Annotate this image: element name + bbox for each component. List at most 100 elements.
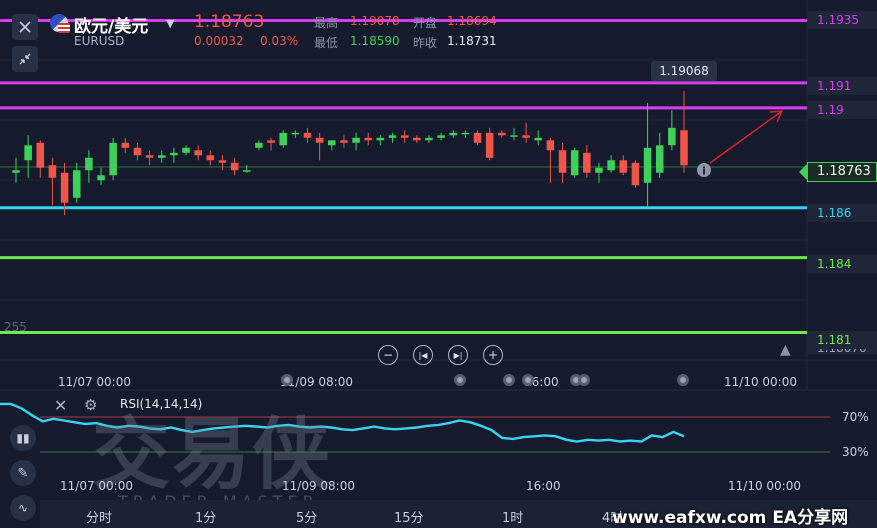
candle-body <box>510 135 518 137</box>
open-value: 1.18694 <box>447 14 497 28</box>
zoom-out-button[interactable]: − <box>378 345 398 365</box>
timeframe-tab[interactable]: 1分 <box>195 507 216 526</box>
x-label-bottom: 16:00 <box>526 479 561 493</box>
price-label-1-184: 1.184 <box>807 255 877 273</box>
candle-body <box>12 170 20 173</box>
timeframe-tab[interactable]: 分时 <box>86 507 112 526</box>
candle-body <box>570 150 579 176</box>
candle-body <box>388 135 397 138</box>
candle-body <box>315 137 324 143</box>
current-price-tag: 1.18763 <box>807 162 877 182</box>
price-change: 0.00032 <box>194 34 244 48</box>
price-label-1-181: 1.181 <box>807 331 877 349</box>
price-label-1-191: 1.191 <box>807 77 877 95</box>
rsi-lower-label: 30% <box>842 445 869 459</box>
candle-body <box>72 170 81 198</box>
price-change-percent: 0.03% <box>260 34 299 48</box>
bell-icon[interactable]: ▲ <box>780 342 791 358</box>
rsi-label: RSI(14,14,14) <box>120 397 203 411</box>
candle-body <box>109 142 117 176</box>
high-value: 1.19078 <box>350 14 400 28</box>
candle-body <box>182 147 190 153</box>
left-axis-fragment: 255 <box>4 320 27 334</box>
candle-body <box>291 132 300 135</box>
candle-body <box>60 172 69 203</box>
candle-body <box>461 132 470 135</box>
chart-window: i 交易侠 TRADER MASTER 欧元/美元 ▼ EURUSD 1.187… <box>0 0 877 528</box>
candle-body <box>631 162 640 186</box>
pencil-icon: ✎ <box>17 465 29 481</box>
candle-body <box>340 140 348 143</box>
skip-forward-icon: ▶| <box>453 350 463 360</box>
rsi-upper-label: 70% <box>842 410 869 424</box>
close-chart-button[interactable] <box>12 14 38 40</box>
candle-body <box>668 127 676 146</box>
candle-body <box>522 135 530 138</box>
candle-body <box>413 137 421 141</box>
candle-body <box>425 137 433 141</box>
candle-body <box>498 132 506 136</box>
candle-body <box>619 160 628 173</box>
low-value: 1.18590 <box>350 34 400 48</box>
candle-body <box>97 175 105 181</box>
collapse-chart-button[interactable] <box>12 46 38 72</box>
candle-body <box>376 137 385 141</box>
timeframe-tab[interactable]: 5分 <box>296 507 317 526</box>
skip-back-icon: |◀ <box>418 350 428 360</box>
candle-body <box>145 155 154 158</box>
x-label-top: 11/09 08:00 <box>280 375 353 389</box>
candle-body <box>170 152 178 156</box>
skip-back-button[interactable]: |◀ <box>413 345 433 365</box>
x-label-top: 11/10 00:00 <box>724 375 797 389</box>
candle-type-button[interactable]: ▮▮ <box>10 425 36 451</box>
prev-close-label: 昨收 <box>413 36 438 50</box>
candle-body <box>48 165 57 178</box>
candle-body <box>546 140 555 151</box>
x-label-top: 11/07 00:00 <box>58 375 131 389</box>
rsi-settings-icon[interactable]: ⚙ <box>84 396 97 414</box>
x-label-bottom: 11/09 08:00 <box>282 479 355 493</box>
candle-body <box>303 132 312 138</box>
x-label-bottom: 11/07 00:00 <box>60 479 133 493</box>
timeframe-tab[interactable]: 15分 <box>394 507 424 526</box>
candle-body <box>85 157 93 171</box>
svg-text:i: i <box>702 165 706 178</box>
candle-body <box>157 155 166 158</box>
current-price-pointer <box>799 164 807 180</box>
candle-body <box>534 137 543 141</box>
timeframe-tab[interactable]: 1时 <box>502 507 523 526</box>
rsi-close-icon[interactable]: ✕ <box>54 396 67 415</box>
high-marker-box: 1.19068 <box>651 61 717 81</box>
indicator-button[interactable]: ∿ <box>10 495 36 521</box>
candle-body <box>364 137 372 141</box>
candle-body <box>583 152 591 173</box>
candle-body <box>485 132 494 158</box>
candle-body <box>242 170 251 172</box>
price-label-1-186: 1.186 <box>807 204 877 222</box>
footer-watermark: www.eafxw.com EA分享网 <box>612 508 849 528</box>
candle-body <box>473 132 482 143</box>
candle-body <box>558 150 567 173</box>
low-label: 最低 <box>314 36 339 50</box>
price-label-1-1935: 1.1935 <box>807 11 877 29</box>
candle-body <box>230 162 239 171</box>
price-label-1-19: 1.19 <box>807 101 877 119</box>
candle-body <box>133 147 142 156</box>
symbol-code: EURUSD <box>74 34 125 48</box>
us-flag-icon <box>58 23 70 33</box>
candle-body <box>267 140 275 143</box>
zoom-in-button[interactable]: + <box>483 345 503 365</box>
x-label-bottom: 11/10 00:00 <box>728 479 801 493</box>
candle-body <box>400 135 409 138</box>
candle-body <box>643 147 652 183</box>
candle-body <box>24 145 32 161</box>
candle-body <box>121 142 130 148</box>
indicator-icon: ∿ <box>17 501 29 515</box>
candle-body <box>328 140 336 146</box>
current-price: 1.18763 <box>194 12 265 32</box>
draw-tool-button[interactable]: ✎ <box>10 460 36 486</box>
candle-body <box>595 167 603 173</box>
skip-forward-button[interactable]: ▶| <box>448 345 468 365</box>
candle-body <box>437 135 445 138</box>
chevron-down-icon[interactable]: ▼ <box>166 17 174 30</box>
